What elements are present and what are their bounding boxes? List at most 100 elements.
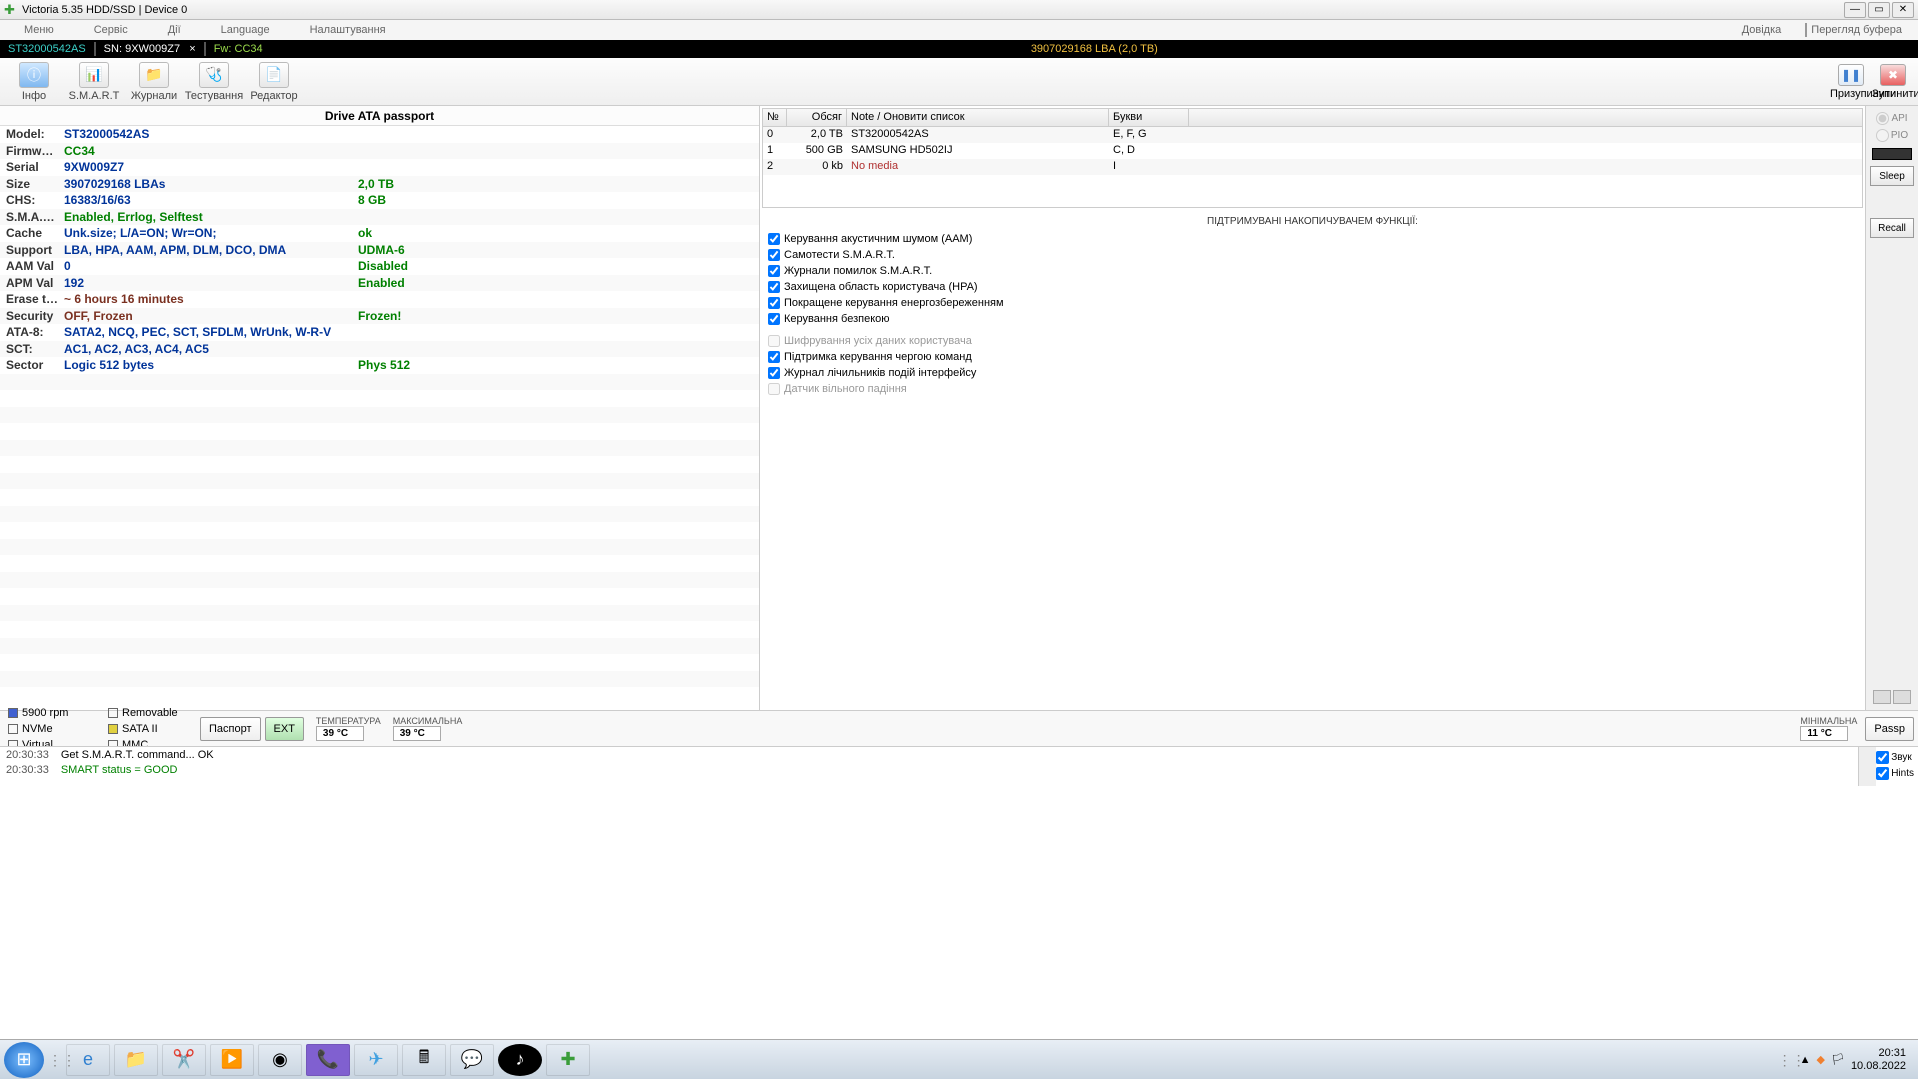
- menu-item[interactable]: Меню: [4, 24, 74, 36]
- tab-editor[interactable]: 📄Редактор: [244, 62, 304, 102]
- log-row: 20:30:33Get S.M.A.R.T. command... OK: [6, 749, 1912, 764]
- taskbar-snip-icon[interactable]: ✂️: [162, 1044, 206, 1076]
- menu-item[interactable]: Сервіс: [74, 24, 148, 36]
- tab-logs[interactable]: 📁Журнали: [124, 62, 184, 102]
- toolbar: ⓘІнфо 📊S.M.A.R.T 📁Журнали 🩺Тестування 📄Р…: [0, 58, 1918, 106]
- log-row: 20:30:33SMART status = GOOD: [6, 764, 1912, 779]
- taskbar-chrome-icon[interactable]: ◉: [258, 1044, 302, 1076]
- tab-info[interactable]: ⓘІнфо: [4, 62, 64, 102]
- removable-check: Removable: [108, 705, 200, 721]
- tray-icon[interactable]: ◆: [1817, 1053, 1825, 1066]
- minimize-button[interactable]: —: [1844, 2, 1866, 18]
- device-row[interactable]: 02,0 TBST32000542ASE, F, G: [763, 127, 1862, 143]
- start-button[interactable]: ⊞: [4, 1042, 44, 1078]
- taskbar-media-icon[interactable]: ▶️: [210, 1044, 254, 1076]
- close-button[interactable]: ✕: [1892, 2, 1914, 18]
- sleep-button[interactable]: Sleep: [1870, 166, 1914, 186]
- side-panel: API PIO Sleep Recall: [1866, 106, 1918, 710]
- feature-checkbox[interactable]: Покращене керування енергозбереженням: [768, 295, 1857, 311]
- menu-item[interactable]: Налаштування: [290, 24, 406, 36]
- device-list[interactable]: № Обсяг Note / Оновити список Букви 02,0…: [762, 108, 1863, 208]
- info-fw: Fw: CC34: [206, 43, 271, 55]
- feature-checkbox[interactable]: Підтримка керування чергою команд: [768, 349, 1857, 365]
- status-bar: 5900 rpm Removable NVMe SATA II Virtual …: [0, 710, 1918, 746]
- temp-max: МАКСИМАЛЬНА39 °C: [393, 716, 463, 741]
- temp-min: МІНІМАЛЬНА11 °C: [1800, 716, 1857, 741]
- tray-icon[interactable]: ▲: [1800, 1054, 1811, 1066]
- recall-button[interactable]: Recall: [1870, 218, 1914, 238]
- api-radio[interactable]: API: [1876, 112, 1907, 125]
- info-strip: ST32000542AS SN: 9XW009Z7 × Fw: CC34 390…: [0, 40, 1918, 58]
- taskbar-telegram-icon[interactable]: ✈: [354, 1044, 398, 1076]
- taskbar-ie-icon[interactable]: e: [66, 1044, 110, 1076]
- maximize-button[interactable]: ▭: [1868, 2, 1890, 18]
- feature-checkbox[interactable]: Керування акустичним шумом (AAM): [768, 231, 1857, 247]
- device-list-header: № Обсяг Note / Оновити список Букви: [763, 109, 1862, 127]
- menubar: Меню Сервіс Дії Language Налаштування До…: [0, 20, 1918, 40]
- passport-row: S.M.A.…Enabled, Errlog, Selftest: [0, 209, 759, 226]
- titlebar: Victoria 5.35 HDD/SSD | Device 0 — ▭ ✕: [0, 0, 1918, 20]
- info-model: ST32000542AS: [0, 43, 94, 55]
- taskbar-app-icon[interactable]: 💬: [450, 1044, 494, 1076]
- log-panel: 20:30:33Get S.M.A.R.T. command... OK20:3…: [0, 746, 1918, 786]
- device-row[interactable]: 20 kbNo mediaI: [763, 159, 1862, 175]
- system-tray[interactable]: ⋮⋮ ▲ ◆ 🏳 20:31 10.08.2022: [1774, 1047, 1914, 1073]
- passport-row: SecurityOFF, FrozenFrozen!: [0, 308, 759, 325]
- passport-row: SupportLBA, HPA, AAM, APM, DLM, DCO, DMA…: [0, 242, 759, 259]
- feature-checkbox[interactable]: Самотести S.M.A.R.T.: [768, 247, 1857, 263]
- nvme-check: NVMe: [8, 721, 100, 737]
- passport-row: Firmw…CC34: [0, 143, 759, 160]
- menu-help[interactable]: Довідка: [1730, 24, 1794, 36]
- app-icon: [4, 3, 18, 17]
- passport-button[interactable]: Паспорт: [200, 717, 261, 741]
- taskbar-tiktok-icon[interactable]: ♪: [498, 1044, 542, 1076]
- main-area: Drive ATA passport Model:ST32000542ASFir…: [0, 106, 1918, 710]
- quicklaunch-grip: ⋮⋮: [48, 1057, 60, 1063]
- feature-checkbox[interactable]: Журнали помилок S.M.A.R.T.: [768, 263, 1857, 279]
- temp-current: ТЕМПЕРАТУРА39 °C: [316, 716, 381, 741]
- menu-item[interactable]: Дії: [148, 24, 201, 36]
- mini-icon[interactable]: [1893, 690, 1911, 704]
- passport-row: Size3907029168 LBAs2,0 TB: [0, 176, 759, 193]
- feature-checkbox[interactable]: Журнал лічильників подій інтерфейсу: [768, 365, 1857, 381]
- features-title: ПІДТРИМУВАНІ НАКОПИЧУВАЧЕМ ФУНКЦІЇ:: [760, 210, 1865, 229]
- tab-test[interactable]: 🩺Тестування: [184, 62, 244, 102]
- menu-buffer[interactable]: Перегляд буфера: [1793, 24, 1914, 36]
- mini-icon[interactable]: [1873, 690, 1891, 704]
- stop-button[interactable]: ✖Зупинити: [1872, 64, 1914, 100]
- tray-icon[interactable]: 🏳: [1831, 1053, 1845, 1066]
- passport-row: APM Val192Enabled: [0, 275, 759, 292]
- sata-indicator: SATA II: [108, 721, 200, 737]
- log-scrollbar[interactable]: [1858, 747, 1876, 786]
- taskbar-calc-icon[interactable]: 🖩: [402, 1044, 446, 1076]
- passport-row: Serial9XW009Z7: [0, 159, 759, 176]
- info-sn: SN: 9XW009Z7 ×: [96, 43, 204, 55]
- taskbar-victoria-icon[interactable]: ✚: [546, 1044, 590, 1076]
- taskbar-explorer-icon[interactable]: 📁: [114, 1044, 158, 1076]
- passport-row: Model:ST32000542AS: [0, 126, 759, 143]
- pause-button[interactable]: ❚❚Призупинити: [1830, 64, 1872, 100]
- hints-toggle[interactable]: Hints: [1876, 765, 1914, 781]
- passport-title: Drive ATA passport: [0, 106, 759, 126]
- sound-toggle[interactable]: Звук: [1876, 749, 1914, 765]
- passport-row: AAM Val0Disabled: [0, 258, 759, 275]
- taskbar-viber-icon[interactable]: 📞: [306, 1044, 350, 1076]
- menu-item[interactable]: Language: [201, 24, 290, 36]
- feature-checkbox[interactable]: Захищена область користувача (HPA): [768, 279, 1857, 295]
- mode-indicator: [1872, 148, 1912, 160]
- ext-button[interactable]: EXT: [265, 717, 304, 741]
- rpm-indicator: 5900 rpm: [8, 705, 100, 721]
- feature-checkbox[interactable]: Керування безпекою: [768, 311, 1857, 327]
- passport-row: ATA-8:SATA2, NCQ, PEC, SCT, SFDLM, WrUnk…: [0, 324, 759, 341]
- feature-checkbox: Шифрування усіх даних користувача: [768, 333, 1857, 349]
- tab-smart[interactable]: 📊S.M.A.R.T: [64, 62, 124, 102]
- passport-row: SectorLogic 512 bytesPhys 512: [0, 357, 759, 374]
- device-row[interactable]: 1500 GBSAMSUNG HD502IJC, D: [763, 143, 1862, 159]
- taskbar-clock[interactable]: 20:31 10.08.2022: [1851, 1047, 1906, 1073]
- features-list: Керування акустичним шумом (AAM)Самотест…: [760, 229, 1865, 399]
- passp-button[interactable]: Passp: [1865, 717, 1914, 741]
- taskbar: ⊞ ⋮⋮ e 📁 ✂️ ▶️ ◉ 📞 ✈ 🖩 💬 ♪ ✚ ⋮⋮ ▲ ◆ 🏳 20…: [0, 1039, 1918, 1079]
- passport-panel: Drive ATA passport Model:ST32000542ASFir…: [0, 106, 760, 710]
- passport-row: CacheUnk.size; L/A=ON; Wr=ON;ok: [0, 225, 759, 242]
- pio-radio[interactable]: PIO: [1876, 129, 1908, 142]
